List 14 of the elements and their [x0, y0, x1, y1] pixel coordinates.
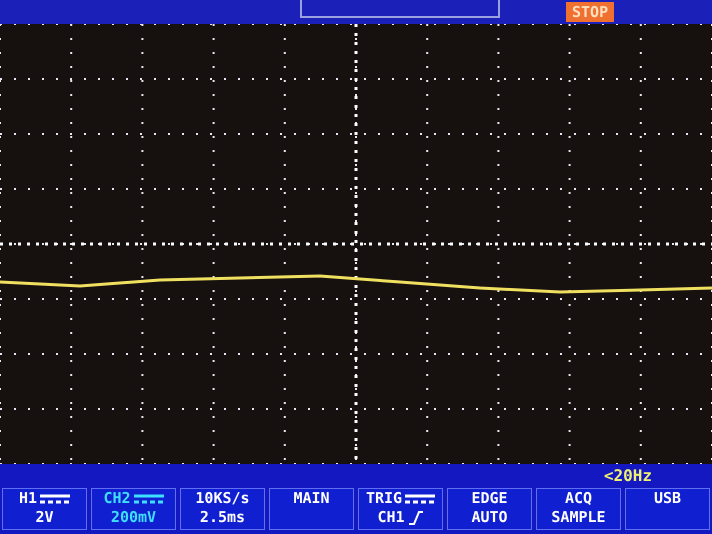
softkey-label[interactable]: MAIN [269, 488, 354, 530]
softkey-label[interactable]: H1 2V [2, 488, 87, 530]
softkey-label[interactable]: 10KS/s 2.5ms [180, 488, 265, 530]
softkey-label[interactable]: CH2 200mV [91, 488, 176, 530]
coupling-lines-icon [405, 492, 436, 504]
rising-edge-icon [408, 510, 424, 524]
softkey-label[interactable]: ACQ SAMPLE [536, 488, 621, 530]
coupling-lines-icon [134, 492, 164, 504]
softkey-label[interactable]: USB [625, 488, 710, 530]
frequency-readout: <20Hz [604, 466, 652, 484]
softkey-label[interactable]: TRIG CH1 [358, 488, 443, 530]
run-state-badge: STOP [566, 2, 614, 22]
softkey-label[interactable]: EDGE AUTO [447, 488, 532, 530]
coupling-lines-icon [40, 492, 70, 504]
